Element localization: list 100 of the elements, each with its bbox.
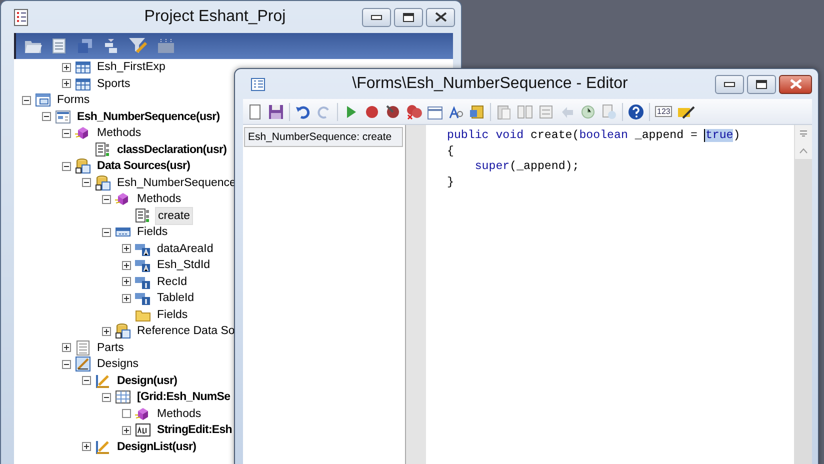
datasource-icon <box>95 174 111 191</box>
close-button[interactable] <box>426 8 455 26</box>
number-format-button[interactable]: 123 <box>655 106 672 117</box>
tree-item[interactable]: create <box>155 206 193 225</box>
maximize-button[interactable] <box>747 74 776 94</box>
methods-icon <box>115 191 131 208</box>
collapse-icon[interactable] <box>62 360 71 369</box>
close-icon <box>790 79 802 89</box>
stack-icon[interactable] <box>76 38 94 54</box>
undo-icon[interactable] <box>295 104 311 120</box>
tree-item[interactable]: Data Sources(usr) <box>95 158 192 174</box>
close-button[interactable] <box>779 74 812 94</box>
grid-icon <box>115 389 131 406</box>
window-icon <box>14 8 28 26</box>
expand-icon[interactable] <box>122 244 131 254</box>
tree-item[interactable]: Esh_NumberSequence(usr) <box>75 108 222 125</box>
tree-item[interactable]: dataAreaId <box>155 240 216 257</box>
hierarchy-icon[interactable] <box>103 38 119 54</box>
minimize-button[interactable] <box>715 74 744 94</box>
code-editor[interactable]: public void create(boolean _append = true) { super(_append); } <box>426 125 794 464</box>
empty-box-icon[interactable] <box>122 409 131 418</box>
collapse-icon[interactable] <box>102 228 111 237</box>
window-title: Project Eshant_Proj <box>143 8 287 26</box>
maximize-icon <box>756 80 767 88</box>
tree-item[interactable]: Designs <box>95 356 141 372</box>
collapse-icon[interactable] <box>42 112 51 122</box>
datasource-icon <box>75 158 91 174</box>
field-int-icon <box>135 290 151 306</box>
maximize-button[interactable] <box>394 8 423 26</box>
table-icon <box>75 76 91 92</box>
method-tab[interactable]: Esh_NumberSequence: create <box>244 127 403 147</box>
minimize-button[interactable] <box>362 8 391 26</box>
expand-icon[interactable] <box>62 79 71 88</box>
tree-item[interactable]: Fields <box>135 224 170 240</box>
tree-item[interactable]: Methods <box>135 191 184 208</box>
expand-icon[interactable] <box>122 277 131 286</box>
tree-item[interactable]: RecId <box>155 274 190 290</box>
expand-icon[interactable] <box>62 62 71 72</box>
stringedit-icon <box>135 422 151 438</box>
document-icon[interactable] <box>51 38 67 54</box>
field-string-icon <box>135 257 151 274</box>
collapse-icon[interactable] <box>102 194 111 204</box>
tree-item[interactable]: Design(usr) <box>115 372 180 389</box>
parts-icon <box>75 340 91 356</box>
expand-icon[interactable] <box>62 343 71 352</box>
collapse-icon[interactable] <box>62 128 71 138</box>
table-icon <box>75 59 91 76</box>
forms-icon <box>35 92 51 108</box>
breakpoint-toggle-icon[interactable] <box>385 104 401 120</box>
expand-icon[interactable] <box>102 326 111 336</box>
tree-item[interactable]: TableId <box>155 290 196 306</box>
code-line: super(_append); <box>474 159 580 174</box>
save-icon[interactable] <box>268 104 284 120</box>
tree-item[interactable]: Parts <box>95 340 126 356</box>
method-icon <box>135 208 151 224</box>
help-icon[interactable] <box>628 104 644 120</box>
code-line: public void create(boolean _append = true) <box>447 128 742 144</box>
maximize-icon <box>403 12 414 22</box>
expand-icon[interactable] <box>122 426 131 435</box>
filter-icon[interactable] <box>128 37 148 55</box>
tree-item[interactable]: Esh_FirstExp <box>95 59 168 76</box>
tree-item[interactable]: Sports <box>95 76 132 92</box>
datasource-icon <box>115 323 131 340</box>
designs-icon <box>75 356 91 372</box>
collapse-icon[interactable] <box>102 392 111 402</box>
collapse-icon[interactable] <box>62 162 71 171</box>
window-icon <box>251 78 265 90</box>
form-icon <box>55 108 71 125</box>
method-icon <box>95 142 111 158</box>
new-document-icon[interactable] <box>247 104 263 120</box>
tree-item[interactable]: Forms <box>55 92 92 108</box>
tree-item[interactable]: Methods <box>95 125 144 142</box>
history-icon[interactable] <box>580 104 596 120</box>
tree-item[interactable]: Methods <box>155 406 204 422</box>
breakpoints-clear-icon[interactable] <box>406 104 422 120</box>
collapse-icon[interactable] <box>82 376 91 386</box>
split-icon[interactable] <box>799 130 808 137</box>
tree-item[interactable]: StringEdit:Esh <box>155 422 234 438</box>
tree-item[interactable]: Esh_NumberSequence <box>115 174 238 191</box>
tree-item[interactable]: Fields <box>155 306 190 323</box>
expand-icon[interactable] <box>82 442 91 452</box>
design-icon <box>95 438 111 455</box>
tree-item[interactable]: classDeclaration(usr) <box>115 142 229 158</box>
breakpoint-icon[interactable] <box>364 104 380 120</box>
find-icon[interactable] <box>448 104 464 120</box>
code-line: { <box>447 144 455 159</box>
expand-icon[interactable] <box>122 294 131 303</box>
scrollbar[interactable] <box>794 125 812 464</box>
expand-icon[interactable] <box>122 260 131 270</box>
minimize-icon <box>724 82 735 86</box>
close-icon <box>434 12 446 22</box>
folder-icon[interactable] <box>24 38 42 54</box>
code-line: } <box>447 174 455 190</box>
tree-item[interactable]: Esh_StdId <box>155 257 212 274</box>
collapse-icon[interactable] <box>82 178 91 188</box>
methods-icon <box>75 125 91 142</box>
tree-item[interactable]: DesignList(usr) <box>115 438 198 455</box>
tree-item[interactable]: [Grid:Esh_NumSe <box>135 389 232 406</box>
tree-item[interactable]: Reference Data So <box>135 323 237 340</box>
collapse-icon[interactable] <box>22 96 31 105</box>
